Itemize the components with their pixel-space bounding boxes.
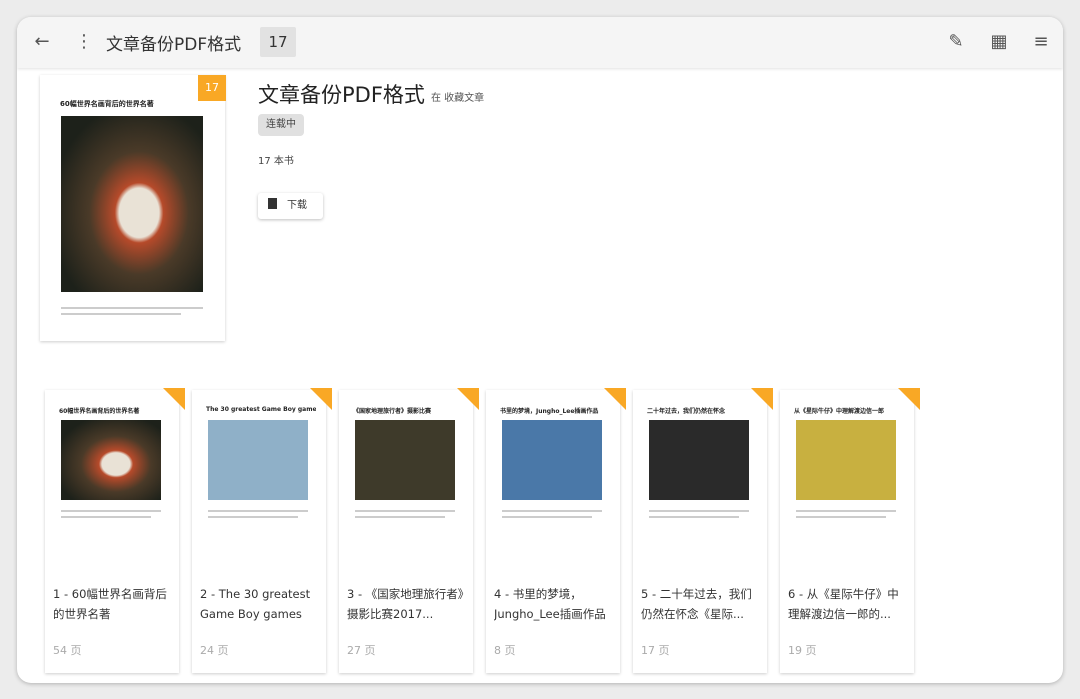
book-title: 2 - The 30 greatest Game Boy games -... bbox=[200, 587, 311, 621]
book-title: 4 - 书里的梦境，Jungho_Lee插画作品 bbox=[494, 587, 606, 621]
book-title: 1 - 60幅世界名画背后的世界名著 bbox=[53, 587, 167, 621]
top-bar: ← ⋮ 文章备份PDF格式 17 ✎ ▦ ≡ bbox=[17, 17, 1063, 68]
book-card[interactable]: 《国家地理旅行者》摄影比赛 3 - 《国家地理旅行者》摄影比赛2017... 2… bbox=[339, 388, 479, 673]
book-card[interactable]: 从《星际牛仔》中理解渡边信一郎 6 - 从《星际牛仔》中理解渡边信一郎的... … bbox=[780, 388, 920, 673]
thumbnail-image bbox=[355, 420, 455, 500]
download-button[interactable]: 下载 bbox=[258, 193, 323, 219]
app-window: ← ⋮ 文章备份PDF格式 17 ✎ ▦ ≡ 60幅世界名画背后的世界名著 17… bbox=[17, 17, 1063, 683]
thumbnail-image bbox=[502, 420, 602, 500]
file-download-icon bbox=[268, 198, 277, 209]
count-badge: 17 bbox=[260, 27, 296, 57]
book-count: 17 本书 bbox=[258, 156, 294, 167]
collection-title: 文章备份PDF格式 bbox=[106, 35, 242, 55]
collection-cover[interactable]: 60幅世界名画背后的世界名著 bbox=[40, 75, 225, 341]
book-card[interactable]: 书里的梦境，Jungho_Lee插画作品 4 - 书里的梦境，Jungho_Le… bbox=[486, 388, 626, 673]
new-corner-marker bbox=[898, 388, 920, 410]
book-thumbnail: 60幅世界名画背后的世界名著 bbox=[53, 396, 171, 561]
thumbnail-image bbox=[61, 420, 161, 500]
book-card[interactable]: 60幅世界名画背后的世界名著 1 - 60幅世界名画背后的世界名著 54 页 bbox=[45, 388, 185, 673]
page-count: 17 页 bbox=[641, 644, 670, 657]
book-title: 6 - 从《星际牛仔》中理解渡边信一郎的... bbox=[788, 587, 899, 621]
book-thumbnail: 《国家地理旅行者》摄影比赛 bbox=[347, 396, 465, 561]
page-count: 24 页 bbox=[200, 644, 229, 657]
page-count: 54 页 bbox=[53, 644, 82, 657]
page-count: 8 页 bbox=[494, 644, 516, 657]
back-arrow-icon[interactable]: ← bbox=[30, 30, 54, 54]
book-thumbnail: 书里的梦境，Jungho_Lee插画作品 bbox=[494, 396, 612, 561]
header-title: 文章备份PDF格式 bbox=[258, 83, 425, 107]
new-corner-marker bbox=[163, 388, 185, 410]
more-vert-icon[interactable]: ⋮ bbox=[72, 30, 96, 54]
book-card[interactable]: The 30 greatest Game Boy games 2 - The 3… bbox=[192, 388, 332, 673]
new-corner-marker bbox=[310, 388, 332, 410]
filter-icon[interactable]: ≡ bbox=[1029, 30, 1053, 54]
page-count: 19 页 bbox=[788, 644, 817, 657]
new-corner-marker bbox=[604, 388, 626, 410]
thumbnail-image bbox=[208, 420, 308, 500]
grid-add-icon[interactable]: ▦ bbox=[987, 30, 1011, 54]
new-corner-marker bbox=[457, 388, 479, 410]
book-thumbnail: 二十年过去，我们仍然在怀念 bbox=[641, 396, 759, 561]
cover-count-badge: 17 bbox=[198, 75, 226, 101]
thumbnail-image bbox=[649, 420, 749, 500]
thumbnail-image bbox=[796, 420, 896, 500]
book-thumbnail: The 30 greatest Game Boy games bbox=[200, 396, 318, 561]
book-title: 5 - 二十年过去，我们仍然在怀念《星际... bbox=[641, 587, 752, 621]
new-corner-marker bbox=[751, 388, 773, 410]
page-count: 27 页 bbox=[347, 644, 376, 657]
edit-icon[interactable]: ✎ bbox=[944, 30, 968, 54]
book-thumbnail: 从《星际牛仔》中理解渡边信一郎 bbox=[788, 396, 906, 561]
book-title: 3 - 《国家地理旅行者》摄影比赛2017... bbox=[347, 587, 464, 621]
book-card[interactable]: 二十年过去，我们仍然在怀念 5 - 二十年过去，我们仍然在怀念《星际... 17… bbox=[633, 388, 773, 673]
header-subtitle[interactable]: 在 收藏文章 bbox=[431, 89, 484, 104]
cover-image bbox=[61, 116, 203, 292]
status-chip: 连载中 bbox=[258, 114, 304, 136]
